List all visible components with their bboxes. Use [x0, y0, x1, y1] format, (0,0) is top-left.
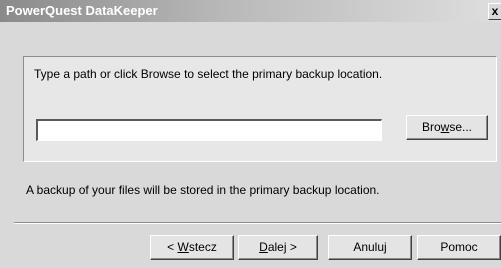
back-label-post: stecz: [188, 240, 217, 254]
help-label: Pomoc: [440, 240, 478, 254]
back-label-pre: <: [167, 240, 178, 254]
browse-button[interactable]: Browse...: [406, 115, 488, 140]
datakeeper-window: PowerQuest DataKeeper x Type a path or c…: [0, 0, 501, 268]
help-button[interactable]: Pomoc: [417, 235, 501, 260]
cancel-label: Anuluj: [353, 240, 387, 254]
backup-location-panel: Type a path or click Browse to select th…: [23, 56, 497, 162]
cancel-button[interactable]: Anuluj: [328, 235, 412, 260]
back-button[interactable]: < Wstecz: [150, 235, 234, 260]
next-button[interactable]: Dalej >: [238, 235, 318, 260]
next-label-accel: D: [259, 240, 268, 254]
window-title: PowerQuest DataKeeper: [6, 3, 158, 18]
close-button[interactable]: x: [488, 3, 501, 20]
browse-label-pre: Bro: [421, 120, 441, 134]
next-label-post: alej >: [267, 240, 297, 254]
info-text: A backup of your files will be stored in…: [26, 183, 380, 197]
back-label-accel: W: [177, 240, 189, 254]
instruction-text: Type a path or click Browse to select th…: [34, 67, 383, 81]
title-bar[interactable]: PowerQuest DataKeeper x: [0, 0, 501, 22]
separator-line: [14, 222, 501, 224]
browse-label-post: se...: [449, 120, 473, 134]
close-icon: x: [491, 4, 499, 18]
backup-path-input[interactable]: [36, 119, 382, 141]
